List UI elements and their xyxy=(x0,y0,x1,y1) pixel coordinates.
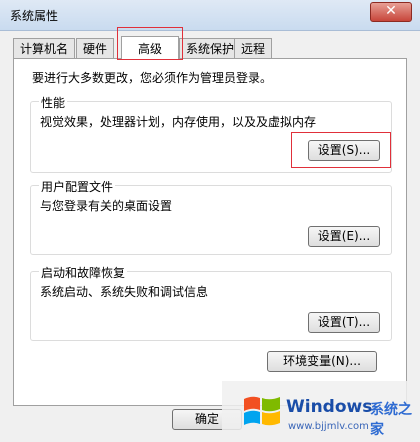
window-title: 系统属性 xyxy=(10,9,59,23)
group-desc-user-profiles: 与您登录有关的桌面设置 xyxy=(40,199,173,213)
user-profiles-settings-button[interactable]: 设置(E)... xyxy=(308,226,380,247)
watermark-brand-cn: 系统之家 xyxy=(370,402,412,438)
startup-recovery-settings-button[interactable]: 设置(T)... xyxy=(308,312,380,333)
tab-hardware[interactable]: 硬件 xyxy=(76,38,115,58)
admin-note: 要进行大多数更改，您必须作为管理员登录。 xyxy=(32,71,273,85)
group-user-profiles: 用户配置文件 与您登录有关的桌面设置 设置(E)... xyxy=(30,178,392,255)
environment-variables-button[interactable]: 环境变量(N)... xyxy=(267,351,377,372)
watermark: Windows 系统之家 www.bjjmlv.com xyxy=(222,381,420,442)
windows-logo-icon xyxy=(244,396,280,426)
tab-computer-name[interactable]: 计算机名 xyxy=(13,38,76,58)
group-performance: 性能 视觉效果，处理器计划，内存使用，以及及虚拟内存 设置(S)... xyxy=(30,94,392,173)
group-desc-startup-recovery: 系统启动、系统失败和调试信息 xyxy=(40,285,209,299)
watermark-url: www.bjjmlv.com xyxy=(288,421,369,432)
group-title-startup-recovery: 启动和故障恢复 xyxy=(39,264,128,281)
performance-settings-button[interactable]: 设置(S)... xyxy=(308,140,380,161)
tab-system-protection[interactable]: 系统保护 xyxy=(179,38,242,58)
group-title-performance: 性能 xyxy=(39,94,68,111)
group-startup-recovery: 启动和故障恢复 系统启动、系统失败和调试信息 设置(T)... xyxy=(30,264,392,341)
close-icon: ✕ xyxy=(385,3,397,19)
title-bar: 系统属性 ✕ xyxy=(0,0,420,31)
advanced-panel: 要进行大多数更改，您必须作为管理员登录。 性能 视觉效果，处理器计划，内存使用，… xyxy=(13,58,407,406)
group-desc-performance: 视觉效果，处理器计划，内存使用，以及及虚拟内存 xyxy=(40,115,317,129)
tab-remote[interactable]: 远程 xyxy=(234,38,273,58)
tab-strip: 计算机名 硬件 高级 系统保护 远程 xyxy=(13,36,407,60)
close-button[interactable]: ✕ xyxy=(370,2,412,22)
watermark-brand: Windows xyxy=(286,397,373,417)
tab-advanced[interactable]: 高级 xyxy=(121,36,179,60)
group-title-user-profiles: 用户配置文件 xyxy=(39,178,116,195)
